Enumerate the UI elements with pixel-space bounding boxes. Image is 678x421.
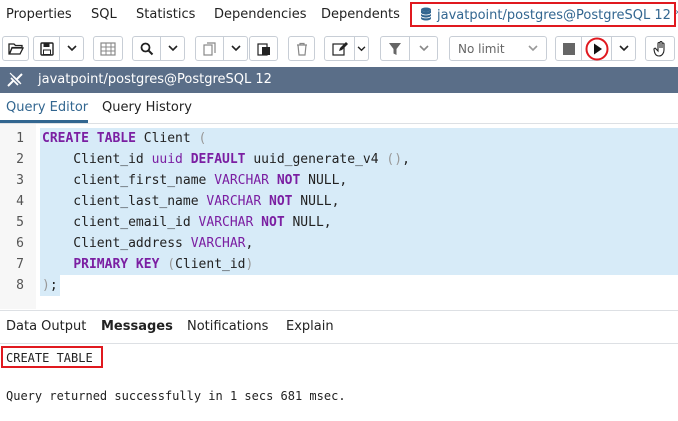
stop-icon (562, 42, 575, 55)
code-line: 7 PRIMARY KEY (Client_id) (0, 254, 678, 275)
chevron-down-icon (418, 45, 429, 52)
line-number: 2 (16, 152, 24, 167)
paste-icon (256, 42, 270, 56)
find-button[interactable] (132, 36, 161, 61)
tab-dependents[interactable]: Dependents (321, 7, 400, 22)
line-number: 3 (16, 173, 24, 188)
code-line: 3 client_first_name VARCHAR NOT NULL, (0, 170, 678, 191)
find-options-dropdown[interactable] (161, 36, 185, 61)
copy-icon (202, 41, 216, 56)
code-line: 6 Client_address VARCHAR, (0, 233, 678, 254)
edit-button[interactable] (324, 36, 355, 61)
chevron-down-icon (528, 45, 538, 52)
stop-button[interactable] (555, 36, 582, 61)
chevron-down-icon (167, 45, 178, 52)
tab-explain[interactable]: Explain (286, 319, 334, 334)
active-tab-indicator (0, 120, 88, 123)
filter-icon (389, 42, 401, 55)
sql-editor[interactable]: 1 CREATE TABLE Client ( 2 Client_id uuid… (0, 124, 678, 309)
paste-button[interactable] (249, 36, 278, 61)
row-limit-select[interactable]: No limit (449, 36, 547, 61)
tab-query-editor[interactable]: Query Editor (6, 100, 88, 115)
filter-button[interactable] (380, 36, 410, 61)
save-button[interactable] (33, 36, 60, 61)
chevron-down-icon (357, 45, 366, 51)
connection-bar: javatpoint/postgres@PostgreSQL 12 (0, 67, 678, 93)
line-number: 8 (16, 278, 24, 293)
code-line: 8 ); (0, 275, 678, 296)
edit-icon (331, 41, 348, 56)
edit-options-dropdown[interactable] (355, 36, 369, 61)
execute-icon (585, 37, 608, 60)
line-number: 5 (16, 215, 24, 230)
grid-icon (100, 41, 116, 56)
message-status: Query returned successfully in 1 secs 68… (6, 389, 346, 403)
tab-notifications[interactable]: Notifications (187, 319, 268, 334)
code-line: 2 Client_id uuid DEFAULT uuid_generate_v… (0, 149, 678, 170)
panel-tab-bar: Properties SQL Statistics Dependencies D… (0, 0, 678, 31)
hand-icon (653, 40, 665, 57)
edit-grid-button[interactable] (93, 36, 123, 61)
copy-button[interactable] (195, 36, 224, 61)
tab-dependencies[interactable]: Dependencies (214, 7, 307, 22)
execute-options-dropdown[interactable] (612, 36, 636, 61)
code-line: 1 CREATE TABLE Client ( (0, 128, 678, 149)
chevron-down-icon (66, 45, 77, 52)
chevron-down-icon (230, 45, 241, 52)
copy-options-dropdown[interactable] (224, 36, 248, 61)
query-toolbar: No limit (0, 31, 678, 67)
messages-panel: CREATE TABLE Query returned successfully… (0, 343, 678, 421)
output-tab-bar: Data Output Messages Notifications Expla… (0, 310, 678, 344)
chevron-down-icon (618, 45, 629, 52)
tab-messages[interactable]: Messages (101, 319, 173, 334)
code-line: 5 client_email_id VARCHAR NOT NULL, (0, 212, 678, 233)
save-icon (39, 41, 54, 56)
search-icon (140, 42, 153, 55)
code-line: 4 client_last_name VARCHAR NOT NULL, (0, 191, 678, 212)
row-limit-value: No limit (458, 41, 505, 56)
tab-data-output[interactable]: Data Output (6, 319, 86, 334)
tab-query-history[interactable]: Query History (102, 100, 192, 115)
line-number: 4 (16, 194, 24, 209)
connection-icon[interactable] (5, 71, 25, 89)
line-number: 7 (16, 257, 24, 272)
tab-properties[interactable]: Properties (6, 7, 72, 22)
save-options-dropdown[interactable] (60, 36, 84, 61)
delete-icon (296, 42, 307, 56)
tab-statistics[interactable]: Statistics (136, 7, 195, 22)
connection-label: javatpoint/postgres@PostgreSQL 12 (38, 72, 272, 87)
execute-button[interactable] (582, 36, 612, 61)
delete-button[interactable] (288, 36, 315, 61)
filter-options-dropdown[interactable] (410, 36, 438, 61)
editor-tab-bar: Query Editor Query History (0, 93, 678, 124)
macros-button[interactable] (645, 36, 675, 61)
line-number: 6 (16, 236, 24, 251)
line-number: 1 (16, 131, 24, 146)
folder-open-icon (7, 42, 24, 55)
tab-sql[interactable]: SQL (91, 7, 117, 22)
highlight-box-active-tab (410, 2, 676, 27)
open-file-button[interactable] (2, 36, 29, 61)
highlight-box-result (1, 346, 103, 368)
